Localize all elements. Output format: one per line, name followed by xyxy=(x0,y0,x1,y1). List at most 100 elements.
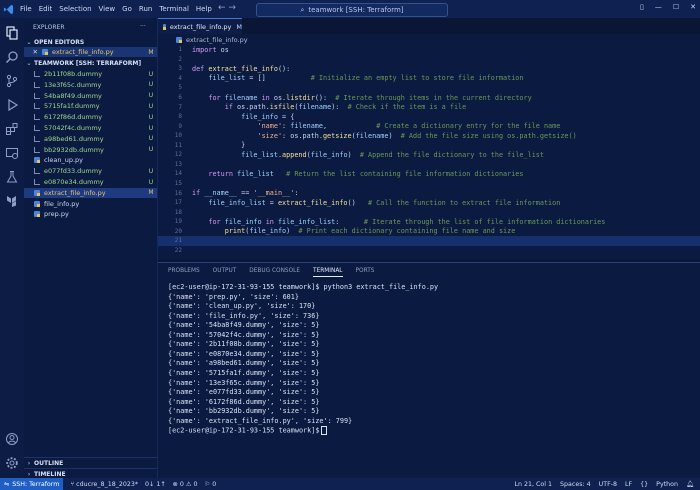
layout-icon[interactable]: ▯ xyxy=(640,3,644,11)
code-line[interactable]: 9 'name': filename, # Create a dictionar… xyxy=(158,121,700,131)
maximize-icon[interactable]: ☐ xyxy=(673,3,679,11)
code-line[interactable]: 6 for filename in os.listdir(): # Iterat… xyxy=(158,93,700,103)
menu-item-edit[interactable]: Edit xyxy=(39,5,53,13)
line-number: 2 xyxy=(178,55,182,63)
file-item[interactable]: 6172f86d.dummy U xyxy=(24,112,157,122)
code-line[interactable]: 21 xyxy=(158,236,700,246)
menu-item-selection[interactable]: Selection xyxy=(59,5,91,13)
code-text: file_list.append(file_info) # Append the… xyxy=(241,150,544,159)
file-item[interactable]: a98bed61.dummy U xyxy=(24,134,157,144)
open-editor-item[interactable]: ✕ extract_file_info.py M xyxy=(24,47,157,57)
panel-tab-debug-console[interactable]: DEBUG CONSOLE xyxy=(249,268,300,277)
language-mode[interactable]: Python xyxy=(656,481,678,488)
open-editors-section[interactable]: ⌄ OPEN EDITORS xyxy=(24,37,157,47)
end-of-line[interactable]: LF xyxy=(625,481,632,488)
python-file-icon xyxy=(176,36,182,43)
code-line[interactable]: 16 if __name__ == '__main__': xyxy=(158,188,700,198)
breadcrumb[interactable]: extract_file_info.py xyxy=(158,34,700,45)
code-line[interactable]: 7 if os.path.isfile(filename): # Check i… xyxy=(158,102,700,112)
braces-icon[interactable]: {} xyxy=(640,481,648,488)
file-icon xyxy=(34,168,40,175)
file-item[interactable]: e077fd33.dummy U xyxy=(24,166,157,176)
code-line[interactable]: 18 xyxy=(158,207,700,217)
close-icon[interactable]: ✕ xyxy=(24,48,38,56)
source-control-icon[interactable] xyxy=(5,74,19,88)
code-line[interactable]: 3 def extract_file_info(): xyxy=(158,64,700,74)
code-line[interactable]: 17 file_info_list = extract_file_info() … xyxy=(158,198,700,208)
branch-indicator[interactable]: ⑂ cducre_8_18_2023* xyxy=(70,481,138,488)
minimize-icon[interactable]: — xyxy=(655,3,662,11)
menu-item-view[interactable]: View xyxy=(99,5,116,13)
command-center[interactable]: ⌕ teamwork [SSH: Terraform] xyxy=(256,3,448,17)
menu-item-go[interactable]: Go xyxy=(122,5,132,13)
file-item[interactable]: file_info.py xyxy=(24,199,157,209)
terminal-output-line: {'name': 'extract_file_info.py', 'size':… xyxy=(168,416,353,425)
terminal-output-line: {'name': '6172f86d.dummy', 'size': 5} xyxy=(168,397,320,406)
run-debug-icon[interactable] xyxy=(5,98,19,112)
search-icon[interactable] xyxy=(5,50,19,64)
code-text: file_info = { xyxy=(241,112,295,121)
line-number: 16 xyxy=(174,189,182,197)
menu-item-run[interactable]: Run xyxy=(139,5,152,13)
encoding[interactable]: UTF-8 xyxy=(599,481,617,488)
code-line[interactable]: 19 for file_info in file_info_list: # It… xyxy=(158,217,700,227)
remote-explorer-icon[interactable] xyxy=(5,146,19,160)
outline-label: OUTLINE xyxy=(34,459,64,467)
file-item[interactable]: 2b11f08b.dummy U xyxy=(24,69,157,79)
code-editor[interactable]: 1 import os 2 3 def extract_file_info(): 4 fi… xyxy=(158,45,700,260)
code-line[interactable]: 12 file_list.append(file_info) # Append … xyxy=(158,150,700,160)
notifications-bell-icon[interactable]: 🔔︎ xyxy=(686,480,694,488)
remote-indicator[interactable]: ⇋ SSH: Terraform xyxy=(0,478,64,490)
account-icon[interactable] xyxy=(5,432,19,446)
sync-indicator[interactable]: 0↓ 1↑ xyxy=(145,481,166,488)
code-line[interactable]: 1 import os xyxy=(158,45,700,55)
file-item[interactable]: bb2932db.dummy U xyxy=(24,145,157,155)
code-line[interactable]: 5 xyxy=(158,83,700,93)
code-line[interactable]: 22 xyxy=(158,246,700,256)
file-item[interactable]: prep.py xyxy=(24,209,157,219)
file-item[interactable]: 57042f4c.dummy U xyxy=(24,123,157,133)
file-icon xyxy=(34,125,40,131)
extensions-icon[interactable] xyxy=(5,122,19,136)
file-item[interactable]: 13e3f65c.dummy U xyxy=(24,80,157,90)
code-line[interactable]: 11 } xyxy=(158,141,700,151)
panel-tab-problems[interactable]: PROBLEMS xyxy=(168,268,200,277)
menu-item-help[interactable]: Help xyxy=(196,5,212,13)
command-center-label: teamwork [SSH: Terraform] xyxy=(308,6,404,14)
file-item[interactable]: clean_up.py xyxy=(24,155,157,165)
git-status-badge: U xyxy=(148,124,154,132)
more-actions-icon[interactable]: ··· xyxy=(140,23,146,30)
file-item[interactable]: 5715fa1f.dummy U xyxy=(24,101,157,111)
panel-tab-ports[interactable]: PORTS xyxy=(356,268,375,277)
code-line[interactable]: 15 xyxy=(158,179,700,189)
ports-indicator[interactable]: ⚐ 0 xyxy=(205,481,217,488)
close-icon[interactable]: ✕ xyxy=(690,3,696,11)
navigation-arrows[interactable]: ← → xyxy=(218,3,236,13)
cursor-position[interactable]: Ln 21, Col 1 xyxy=(515,481,553,488)
panel-tab-output[interactable]: OUTPUT xyxy=(213,268,237,277)
file-item[interactable]: 54ba8f49.dummy U xyxy=(24,91,157,101)
file-item[interactable]: extract_file_info.py M xyxy=(24,187,157,198)
tab-extract-file-info[interactable]: extract_file_info.py M xyxy=(158,18,242,34)
workspace-section[interactable]: ⌄ TEAMWORK [SSH: TERRAFORM] xyxy=(24,58,157,68)
outline-section[interactable]: › OUTLINE xyxy=(24,457,157,468)
menu-item-terminal[interactable]: Terminal xyxy=(159,5,189,13)
code-line[interactable]: 10 'size': os.path.getsize(filename) # A… xyxy=(158,131,700,141)
tab-label: extract_file_info.py xyxy=(169,22,232,31)
code-line[interactable]: 4 file_list = [] # Initialize an empty l… xyxy=(158,74,700,84)
menu-item-file[interactable]: File xyxy=(20,5,32,13)
testing-icon[interactable] xyxy=(5,170,19,184)
panel-tab-terminal[interactable]: TERMINAL xyxy=(313,268,343,277)
code-line[interactable]: 14 return file_list # Return the list co… xyxy=(158,169,700,179)
code-line[interactable]: 13 xyxy=(158,160,700,170)
indentation[interactable]: Spaces: 4 xyxy=(560,481,591,488)
problems-indicator[interactable]: ⊗ 0 ⚠ 0 xyxy=(173,481,198,488)
code-line[interactable]: 20 print(file_info) # Print each diction… xyxy=(158,226,700,236)
file-item[interactable]: e0870e34.dummy U xyxy=(24,177,157,187)
code-line[interactable]: 8 file_info = { xyxy=(158,112,700,122)
file-name: e077fd33.dummy xyxy=(44,167,102,176)
explorer-icon[interactable] xyxy=(5,26,19,40)
terraform-icon[interactable] xyxy=(5,194,19,208)
settings-gear-icon[interactable] xyxy=(5,456,19,470)
code-line[interactable]: 2 xyxy=(158,55,700,65)
